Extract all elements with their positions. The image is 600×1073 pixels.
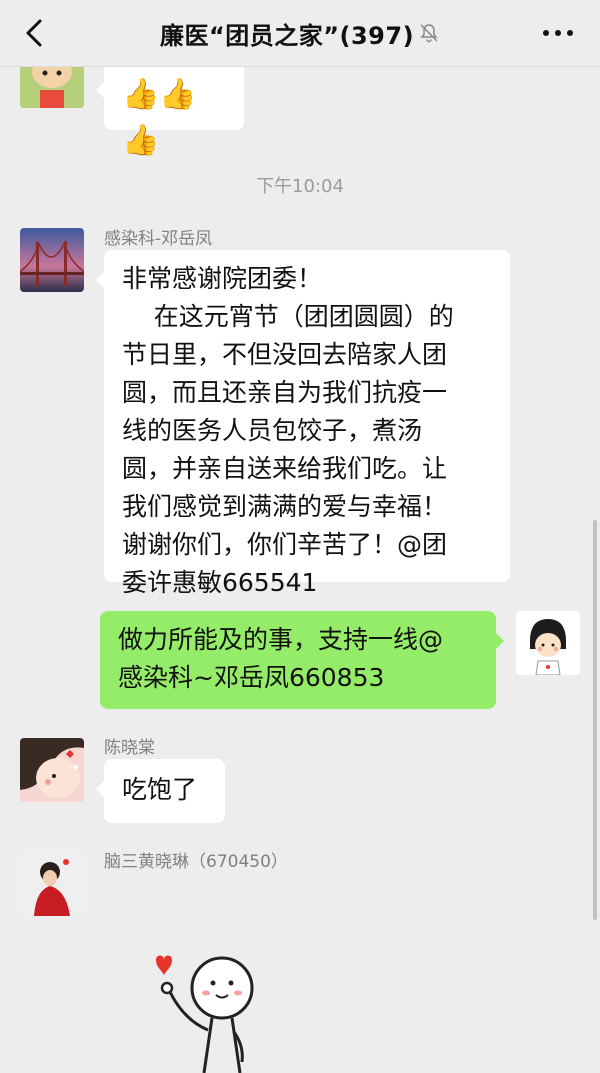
message-text: 吃饱了 [122,775,198,804]
chat-title-bar: 廉医“团员之家”(397) [0,0,600,66]
message-line: 委许惠敏665541 [122,568,318,597]
bell-muted-icon [420,24,438,43]
timestamp: 下午10:04 [256,176,344,197]
chat-title: 廉医“团员之家”(397) [159,21,415,50]
cartoon-girl-avatar[interactable] [516,611,580,675]
message-line: 节日里，不但没回去陪家人团 [122,340,448,369]
cartoon-face-avatar[interactable] [20,738,84,802]
message-line: 非常感谢院团委！ [122,264,323,293]
message-line: 我们感觉到满满的爱与幸福！ [122,492,448,521]
message-line: 在这元宵节（团团圆圆）的 [122,302,454,331]
message-line: 线的医务人员包饺子，煮汤 [122,416,423,445]
message-line: 感染科~邓岳凤660853 [118,663,385,692]
thumbs-up-emoji: 👍👍👍 [122,77,197,158]
nav-bar: 廉医“团员之家”(397) [0,0,600,67]
sender-name: 脑三黄晓琳（670450） [104,852,288,872]
message-line: 做力所能及的事，支持一线@ [118,625,444,654]
message-bubble[interactable]: 吃饱了 [96,759,225,823]
sender-name: 陈晓棠 [104,738,155,758]
message-line: 圆，并亲自送来给我们吃。让 [122,454,448,483]
scrollbar[interactable] [593,520,597,920]
heart-gesture-sticker[interactable] [134,950,274,1073]
message-bubble[interactable]: 非常感谢院团委！ 在这元宵节（团团圆圆）的 节日里，不但没回去陪家人团 圆，而且… [96,250,510,597]
thumbs-up-message[interactable]: 👍👍👍 [96,60,244,158]
red-dress-photo-avatar[interactable] [20,852,84,916]
bridge-photo-avatar[interactable] [20,228,84,292]
sender-name: 感染科-邓岳凤 [104,229,213,249]
more-dots-icon[interactable] [538,20,578,46]
message-line: 谢谢你们，你们辛苦了！@团 [122,530,448,559]
message-line: 圆，而且还亲自为我们抗疫一 [122,378,448,407]
self-message-bubble[interactable]: 做力所能及的事，支持一线@ 感染科~邓岳凤660853 [100,611,504,709]
